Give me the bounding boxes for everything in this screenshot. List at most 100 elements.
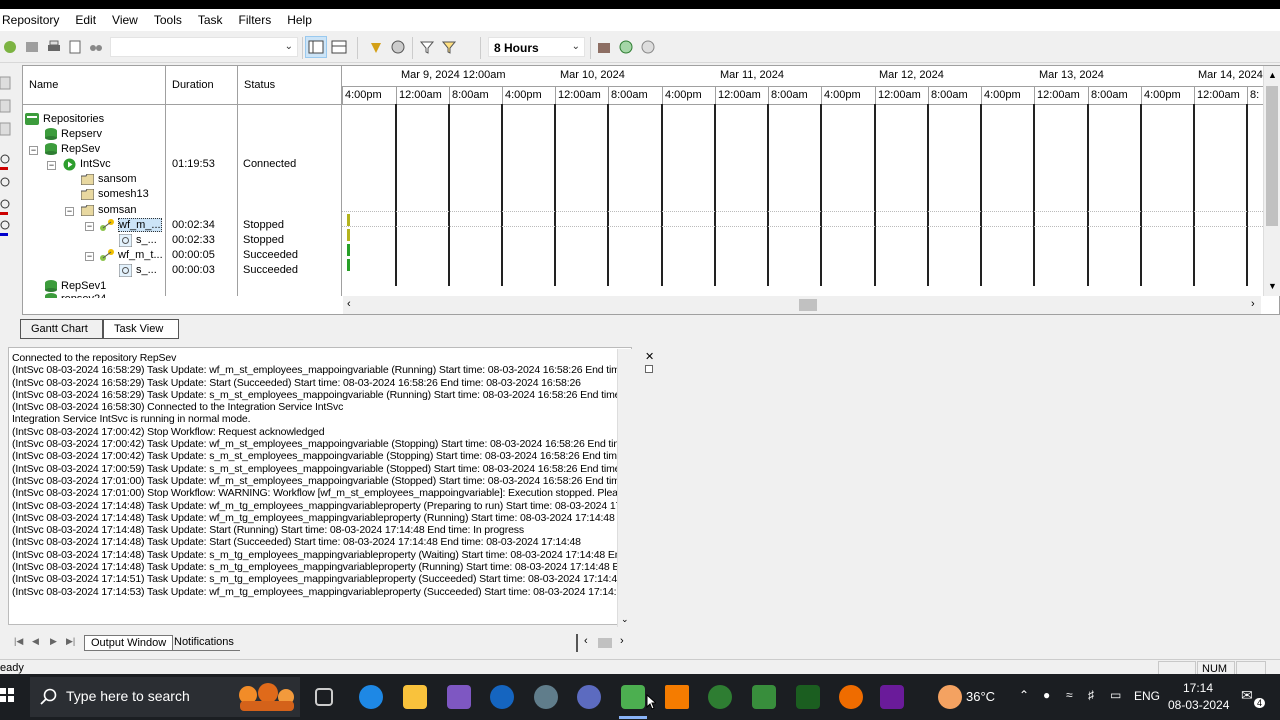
gantt-view-toggle[interactable] [305, 36, 327, 58]
collapse-icon[interactable]: − [47, 161, 56, 170]
tree-node-somsan[interactable]: somsan [81, 203, 137, 218]
column-header-status[interactable]: Status [238, 66, 342, 105]
tree-node-intsvc[interactable]: IntSvc [63, 157, 111, 172]
expand-icon[interactable]: − [85, 252, 94, 261]
tab-splitter[interactable] [576, 634, 578, 652]
tab-notifications[interactable]: Notifications [168, 635, 240, 651]
scrollbar-thumb[interactable] [799, 299, 817, 311]
excel-icon[interactable] [796, 685, 820, 709]
gantt-horizontal-scrollbar[interactable]: ‹ › [343, 296, 1261, 314]
prev-tab-icon[interactable]: ◀ [32, 636, 39, 647]
task-view-icon[interactable] [331, 39, 347, 55]
tab-gantt-chart[interactable]: Gantt Chart [20, 319, 103, 339]
settings-icon[interactable] [534, 685, 558, 709]
column-header-duration[interactable]: Duration [166, 66, 238, 105]
repository-combo[interactable]: ⌄ [110, 37, 298, 57]
tree-node-session-2[interactable]: s_... [119, 263, 157, 278]
chevron-down-icon[interactable]: ▼ [1268, 281, 1277, 291]
collapse-icon[interactable]: − [65, 207, 74, 216]
chevron-up-icon[interactable]: ▲ [1268, 70, 1277, 80]
filter-icon[interactable] [419, 39, 435, 55]
menu-task[interactable]: Task [190, 9, 231, 31]
menu-filters[interactable]: Filters [231, 9, 280, 31]
collapse-icon[interactable]: − [29, 146, 38, 155]
app-icon[interactable] [490, 685, 514, 709]
print-preview-icon[interactable] [67, 39, 83, 55]
next-tab-icon[interactable]: ▶ [50, 636, 57, 647]
close-icon[interactable]: ✕ [645, 352, 655, 363]
workflow-monitor-icon[interactable] [621, 685, 645, 709]
chevron-right-icon[interactable]: › [620, 635, 624, 647]
mapping-designer-icon[interactable] [880, 685, 904, 709]
tree-node-repserv[interactable]: Repserv [45, 127, 102, 142]
edge-icon[interactable] [359, 685, 383, 709]
tab-output-window[interactable]: Output Window [84, 635, 174, 651]
gantt-vertical-scrollbar[interactable]: ▲ ▼ [1263, 66, 1280, 296]
battery-icon[interactable]: ▭ [1110, 688, 1121, 702]
clock-date[interactable]: 08-03-2024 [1168, 698, 1229, 712]
notification-icon[interactable]: ✉ [1241, 687, 1253, 704]
tree-node-repsev[interactable]: RepSev [45, 142, 100, 157]
app-icon[interactable] [447, 685, 471, 709]
disconnect-icon[interactable] [24, 39, 40, 55]
menu-edit[interactable]: Edit [67, 9, 104, 31]
network-icon[interactable]: ≈ [1066, 688, 1073, 702]
column-header-name[interactable]: Name [23, 66, 166, 105]
menu-repository[interactable]: Repository [0, 9, 67, 31]
connect-icon[interactable] [2, 39, 18, 55]
chevron-right-icon[interactable]: › [1251, 298, 1255, 310]
menu-view[interactable]: View [104, 9, 146, 31]
taskbar-search[interactable]: Type here to search [30, 677, 300, 717]
menu-tools[interactable]: Tools [146, 9, 190, 31]
collapse-icon[interactable]: − [85, 222, 94, 231]
time-scale-combo[interactable]: 8 Hours ⌄ [488, 37, 585, 57]
output-vertical-scrollbar[interactable]: ⌄ [617, 349, 632, 627]
language-indicator[interactable]: ENG [1134, 689, 1160, 703]
weather-icon[interactable] [938, 685, 962, 709]
tree-node-sansom[interactable]: sansom [81, 172, 137, 187]
tree-node-workflow-2[interactable]: wf_m_t... [100, 248, 163, 263]
file-explorer-icon[interactable] [403, 685, 427, 709]
chevron-left-icon[interactable]: ‹ [347, 298, 351, 310]
print-icon[interactable] [46, 39, 62, 55]
menu-help[interactable]: Help [279, 9, 320, 31]
vlc-icon[interactable] [665, 685, 689, 709]
volume-icon[interactable]: ♯ [1088, 688, 1094, 702]
task-view-icon[interactable] [315, 688, 333, 706]
panel-scroll-up-icon[interactable] [645, 365, 653, 373]
tree-node-workflow-1[interactable]: wf_m_... [100, 218, 162, 233]
microphone-icon[interactable]: ● [1043, 688, 1050, 702]
abort-task-icon[interactable] [390, 39, 406, 55]
chevron-left-icon[interactable]: ‹ [584, 635, 588, 647]
output-log-line: (IntSvc 08-03-2024 17:14:48) Task Update… [12, 561, 620, 574]
designer-icon[interactable] [708, 685, 732, 709]
settings-icon[interactable] [640, 39, 656, 55]
timeline-gridline [1140, 104, 1142, 286]
gantt-bar-stopped[interactable] [347, 214, 350, 226]
refresh-icon[interactable] [618, 39, 634, 55]
chevron-down-icon[interactable]: ⌄ [621, 614, 629, 625]
last-tab-icon[interactable]: ▶| [66, 636, 75, 647]
find-icon[interactable] [88, 39, 104, 55]
tab-task-view[interactable]: Task View [103, 319, 179, 339]
stop-task-icon[interactable] [368, 39, 384, 55]
gantt-bar-succeeded[interactable] [347, 259, 350, 271]
tree-node-repsev24[interactable]: repsev24 [45, 292, 106, 298]
notepad-icon[interactable] [752, 685, 776, 709]
scrollbar-thumb[interactable] [1266, 86, 1278, 226]
status-text: eady [0, 662, 24, 674]
chevron-up-icon[interactable]: ⌃ [1019, 688, 1029, 702]
scrollbar-thumb[interactable] [598, 638, 612, 648]
filter-options-icon[interactable] [441, 39, 457, 55]
clock-time[interactable]: 17:14 [1183, 681, 1213, 695]
tree-node-session-1[interactable]: s_... [119, 233, 157, 248]
gantt-bar-stopped[interactable] [347, 229, 350, 241]
properties-icon[interactable] [596, 39, 612, 55]
repository-manager-icon[interactable] [577, 685, 601, 709]
gantt-bar-succeeded[interactable] [347, 244, 350, 256]
start-button[interactable] [0, 688, 14, 702]
office-icon[interactable] [839, 685, 863, 709]
tree-node-repositories[interactable]: Repositories [25, 112, 104, 127]
first-tab-icon[interactable]: |◀ [14, 636, 23, 647]
tree-node-somesh13[interactable]: somesh13 [81, 187, 149, 202]
